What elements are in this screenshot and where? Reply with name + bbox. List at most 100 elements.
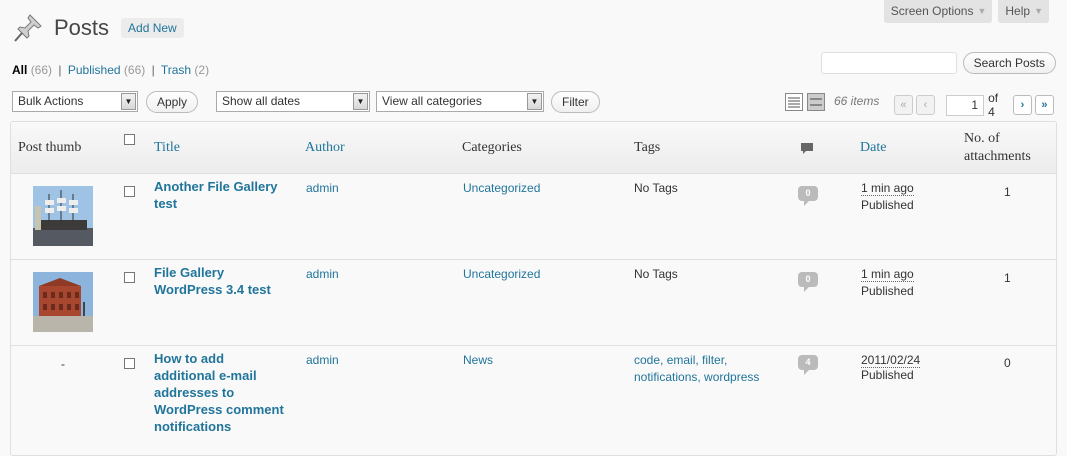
chevron-down-icon: ▼ (353, 93, 368, 110)
last-page-button[interactable]: » (1034, 95, 1054, 115)
screen-options-tab[interactable]: Screen Options ▼ (883, 0, 993, 23)
filter-published-count: (66) (123, 63, 146, 77)
post-date: 1 min ago (861, 180, 914, 197)
column-categories: Categories (462, 140, 522, 155)
prev-page-button[interactable]: ‹ (915, 95, 935, 115)
post-title-line: additional e-mail (154, 368, 257, 383)
attachment-count: 1 (1004, 185, 1011, 199)
categories-select[interactable]: View all categories ▼ (376, 91, 544, 112)
dates-value: Show all dates (222, 94, 301, 108)
filter-published-link[interactable]: Published (68, 63, 121, 77)
excerpt-view-icon[interactable] (807, 93, 825, 111)
screen-options-label: Screen Options (890, 4, 974, 18)
status-filters: All (66) | Published (66) | Trash (2) (12, 63, 209, 77)
add-new-button[interactable]: Add New (121, 18, 184, 38)
pagination: « ‹ 1 of 4 › » (894, 91, 1057, 119)
list-view-icon[interactable] (785, 93, 803, 111)
total-pages: of 4 (988, 91, 999, 119)
post-title-link[interactable]: Another File Gallery test (154, 178, 294, 212)
pushpin-icon (14, 14, 42, 42)
column-tags: Tags (634, 140, 661, 155)
post-date-text: 2011/02/24 (861, 353, 921, 368)
table-row: File Gallery WordPress 3.4 test admin Un… (11, 260, 1056, 346)
filter-button[interactable]: Filter (551, 91, 600, 113)
post-title-line: WordPress 3.4 test (154, 282, 271, 297)
row-checkbox[interactable] (124, 358, 135, 369)
comment-count-bubble[interactable]: 0 (798, 186, 818, 206)
first-page-button[interactable]: « (894, 95, 913, 115)
tags-links[interactable]: code, email, filter, notifications, word… (634, 352, 759, 386)
filter-all-count: (66) (30, 63, 53, 77)
page-header: Posts Add New (12, 12, 184, 44)
posts-table: Post thumb Title Author Categories Tags … (10, 121, 1057, 456)
post-status: Published (861, 198, 914, 212)
bulk-actions-select[interactable]: Bulk Actions ▼ (12, 91, 138, 112)
table-row: Another File Gallery test admin Uncatego… (11, 174, 1056, 260)
post-title-line: notifications (154, 419, 232, 434)
column-date[interactable]: Date (860, 140, 886, 156)
comments-column-icon[interactable] (800, 142, 814, 155)
help-label: Help (1005, 4, 1031, 18)
apply-button[interactable]: Apply (146, 91, 199, 113)
comment-count-bubble[interactable]: 0 (798, 272, 818, 292)
table-row: - How to add additional e-mail addresses… (11, 346, 1056, 455)
view-switch (785, 93, 825, 111)
column-author[interactable]: Author (305, 140, 345, 156)
post-title-link[interactable]: How to add additional e-mail addresses t… (154, 350, 294, 435)
filter-all-label[interactable]: All (12, 63, 27, 77)
post-title-line: test (154, 196, 178, 211)
categories-value: View all categories (382, 94, 482, 108)
post-date-text: 1 min ago (861, 181, 914, 196)
post-thumbnail-ship[interactable] (33, 186, 93, 246)
post-thumbnail-building[interactable] (33, 272, 93, 332)
filter-trash-link[interactable]: Trash (161, 63, 191, 77)
category-link[interactable]: Uncategorized (463, 180, 540, 197)
chevron-down-icon: ▼ (121, 93, 136, 110)
row-checkbox[interactable] (124, 186, 135, 197)
post-status: Published (861, 284, 914, 298)
select-all-checkbox[interactable] (124, 134, 135, 145)
chevron-down-icon: ▼ (1034, 6, 1043, 16)
category-link[interactable]: News (463, 352, 493, 369)
tags-line: notifications, wordpress (634, 370, 760, 384)
tags-text: No Tags (634, 267, 678, 281)
column-post-thumb: Post thumb (18, 140, 82, 155)
items-count: 66 items (834, 94, 880, 108)
separator: | (58, 63, 62, 77)
attachment-count: 0 (1004, 356, 1011, 370)
author-link[interactable]: admin (306, 180, 339, 197)
column-attachments-line2: attachments (964, 149, 1031, 164)
comment-count-bubble[interactable]: 4 (798, 355, 818, 375)
post-date: 1 min ago (861, 266, 914, 283)
row-checkbox[interactable] (124, 272, 135, 283)
table-header: Post thumb Title Author Categories Tags … (11, 122, 1056, 174)
chevron-down-icon: ▼ (977, 6, 987, 16)
help-tab[interactable]: Help ▼ (998, 0, 1049, 23)
bulk-actions-value: Bulk Actions (18, 94, 84, 108)
category-link[interactable]: Uncategorized (463, 266, 540, 283)
post-title-link[interactable]: File Gallery WordPress 3.4 test (154, 264, 294, 298)
post-title-line: File Gallery (154, 265, 225, 280)
post-status: Published (861, 368, 914, 382)
author-link[interactable]: admin (306, 266, 339, 283)
filter-trash-count: (2) (194, 63, 210, 77)
dates-select[interactable]: Show all dates ▼ (216, 91, 370, 112)
search-box: Search Posts (820, 52, 1056, 74)
post-title-line: addresses to (154, 385, 235, 400)
current-page-input[interactable]: 1 (945, 94, 985, 116)
attachment-count: 1 (1004, 271, 1011, 285)
tags-line: code, email, filter, (634, 353, 728, 367)
next-page-button[interactable]: › (1013, 95, 1032, 115)
separator: | (151, 63, 155, 77)
page-title: Posts (54, 15, 110, 40)
column-attachments-line1: No. of (964, 131, 1000, 146)
post-title-line: How to add (154, 351, 225, 366)
search-posts-button[interactable]: Search Posts (962, 52, 1056, 74)
post-date-text: 1 min ago (861, 267, 914, 282)
screen-meta-links: Screen Options ▼ Help ▼ (883, 0, 1049, 23)
search-input[interactable] (820, 52, 957, 74)
tablenav-top: Bulk Actions ▼ Apply Show all dates ▼ Vi… (12, 91, 1057, 119)
author-link[interactable]: admin (306, 352, 339, 369)
post-title-line: Another File Gallery (154, 179, 278, 194)
column-title[interactable]: Title (154, 140, 180, 156)
